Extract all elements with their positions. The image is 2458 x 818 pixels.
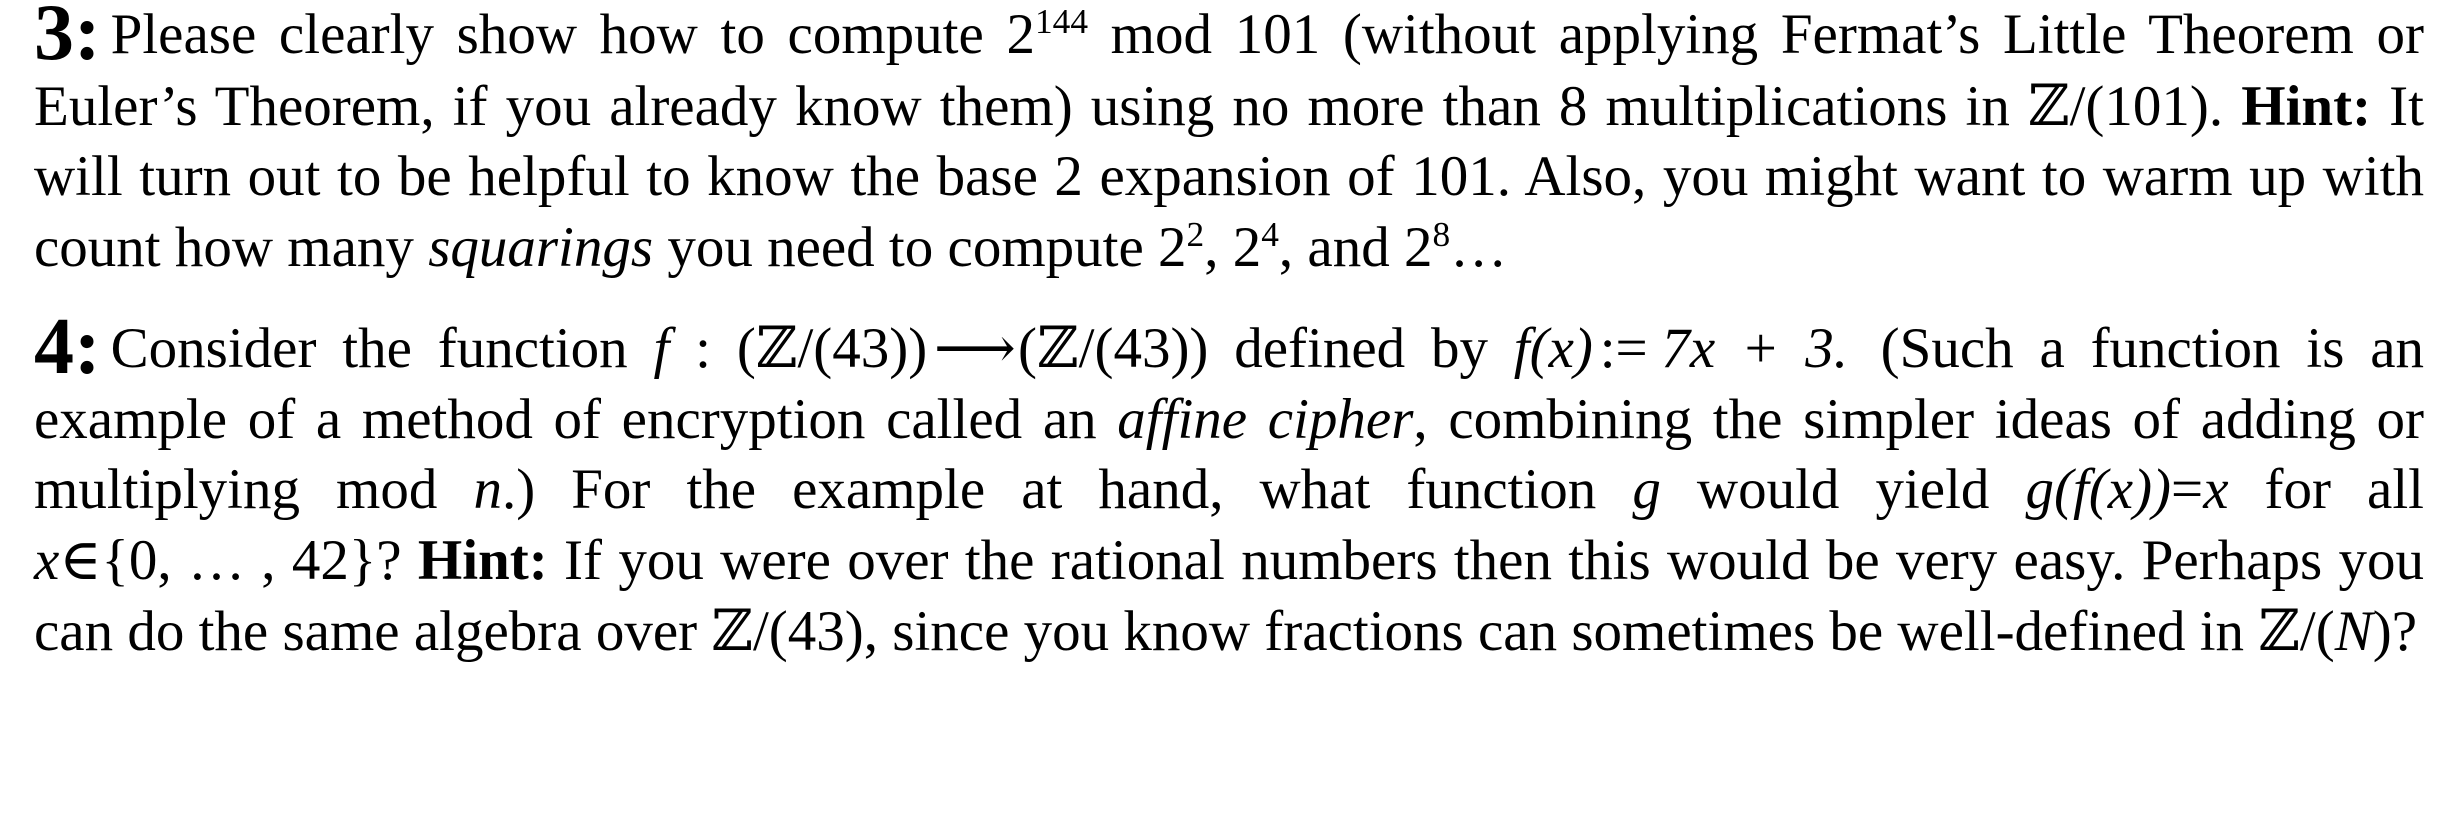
assign-operator: := <box>1599 317 1648 380</box>
element-of-icon: ∈ <box>59 528 102 592</box>
problem-3: 3: Please clearly show how to compute 214… <box>34 0 2424 283</box>
emphasis-squarings: squarings <box>428 215 654 279</box>
function-f-1: f <box>653 317 670 380</box>
ring-zn-group: ℤ/(N)? <box>2258 598 2418 664</box>
problem-4-text-g: for all <box>2228 458 2425 521</box>
hint-label-3: Hint: <box>2241 74 2372 138</box>
long-right-arrow-icon: ⟶ <box>934 317 1016 380</box>
problem-3-modulus-101: /(101). <box>2069 74 2242 138</box>
exponent-4: 4 <box>1261 214 1279 254</box>
document-page: 3: Please clearly show how to compute 214… <box>0 0 2458 818</box>
codomain-paren-open: ( <box>1018 317 1038 380</box>
membership-group: x∈{0, … , 42}? <box>34 529 402 592</box>
exponent-8: 8 <box>1432 214 1451 254</box>
problem-4-text-b: defined by <box>1208 317 1514 380</box>
member-set: {0, … , 42}? <box>101 528 402 592</box>
problem-3-text-a: Please clearly show how to compute 2 <box>110 3 1035 66</box>
function-f-2-arg: (x) <box>1529 317 1593 380</box>
problem-4: 4: Consider the function f : (ℤ/(43)) ⟶ (ℤ/… <box>34 283 2424 668</box>
ring-z43-rest: /(43) <box>752 600 864 663</box>
problem-4-number: 4: <box>34 303 101 391</box>
problem-3-text-d: you need to compute 2 <box>653 215 1187 279</box>
hint-label-4: Hint: <box>417 528 548 592</box>
ring-zn-close: )? <box>2372 600 2418 663</box>
ring-z43-group: ℤ/(43) <box>711 598 864 664</box>
problem-4-text-a: Consider the function <box>110 317 654 380</box>
problem-3-number: 3: <box>34 0 101 77</box>
ring-zn-open: /( <box>2299 600 2335 663</box>
blackboard-z-codomain: ℤ <box>1037 315 1079 381</box>
problem-3-ellipsis: … <box>1450 215 1508 279</box>
equation-x: x <box>2203 458 2229 521</box>
problem-4-text-i: , since you know fractions can sometimes… <box>863 600 2259 663</box>
problem-4-text-f: would yield <box>1660 458 2026 521</box>
equals-sign: = <box>2171 458 2204 521</box>
domain-group: (ℤ/(43)) <box>736 315 928 381</box>
variable-N: N <box>2334 600 2373 663</box>
blackboard-z-2: ℤ <box>711 598 753 664</box>
problem-3-text-f: , and 2 <box>1278 215 1433 279</box>
function-f-2: f <box>1513 317 1530 380</box>
blackboard-z-3: ℤ <box>2258 598 2300 664</box>
codomain-group: (ℤ/(43)) <box>1018 315 1209 381</box>
blackboard-z-1: ℤ <box>2027 72 2070 139</box>
exponent-144: 144 <box>1035 2 1088 41</box>
function-colon: : <box>669 317 737 380</box>
definition-group: f(x):= 7x + 3. <box>1514 317 1855 380</box>
domain-paren-open: ( <box>736 317 756 380</box>
problem-3-text-e: , 2 <box>1204 215 1262 279</box>
domain-rest: /(43)) <box>797 317 928 380</box>
equation-fx: (f(x)) <box>2053 458 2172 521</box>
variable-n: n <box>473 458 502 521</box>
equation-g: g <box>2025 458 2054 521</box>
variable-g: g <box>1632 458 1661 521</box>
affine-expression: 7x + 3. <box>1661 317 1849 380</box>
exponent-2: 2 <box>1186 214 1205 254</box>
equation-gfx: g(f(x))=x <box>2025 458 2228 521</box>
problem-4-text-e: .) For the example at hand, what functio… <box>501 458 1633 521</box>
emphasis-affine-cipher: affine cipher <box>1117 387 1414 451</box>
member-variable-x: x <box>34 528 60 592</box>
blackboard-z-domain: ℤ <box>755 315 798 381</box>
codomain-rest: /(43)) <box>1078 317 1209 380</box>
